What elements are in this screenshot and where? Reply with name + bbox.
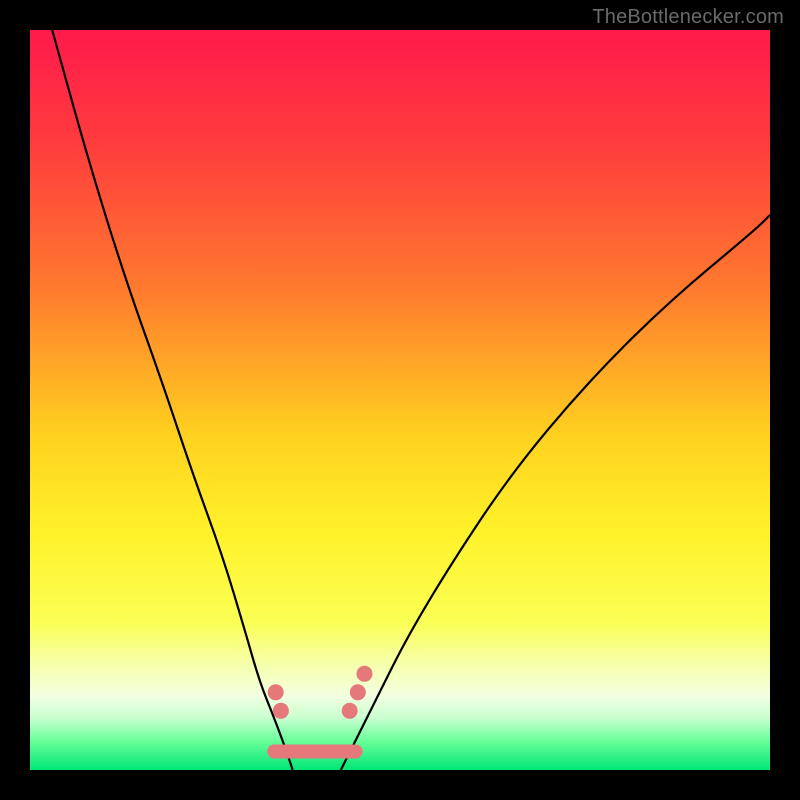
chart-frame: TheBottleneсker.com — [0, 0, 800, 800]
marker-point — [356, 666, 372, 682]
watermark-text: TheBottleneсker.com — [592, 6, 784, 29]
marker-point — [342, 703, 358, 719]
marker-point — [273, 703, 289, 719]
marker-point — [350, 684, 366, 700]
curve-right-branch — [341, 215, 770, 770]
bottleneck-curve — [30, 30, 770, 770]
marker-point — [268, 684, 284, 700]
curve-left-branch — [52, 30, 293, 770]
plot-area — [30, 30, 770, 770]
